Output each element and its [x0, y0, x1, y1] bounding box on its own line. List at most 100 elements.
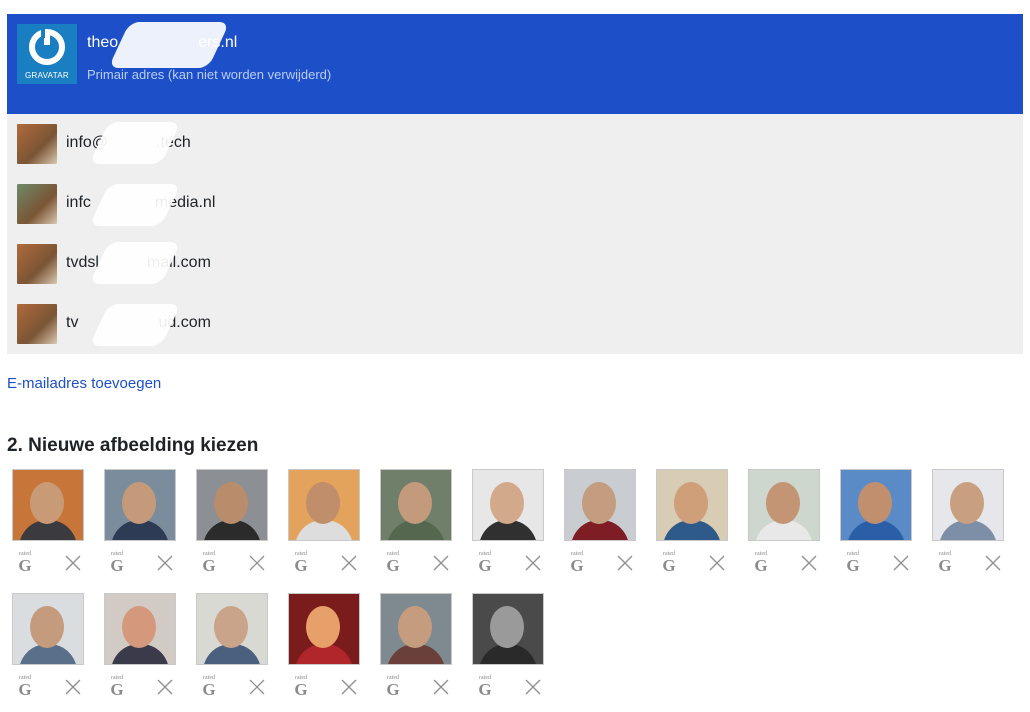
- avatar-option: rated G: [196, 593, 268, 698]
- avatar-image[interactable]: [12, 593, 84, 665]
- rating-g-icon[interactable]: rated G: [384, 675, 402, 699]
- secondary-email-row[interactable]: infc media.nl: [7, 174, 1023, 234]
- rating-g-icon[interactable]: rated G: [568, 551, 586, 575]
- delete-x-icon[interactable]: [248, 678, 266, 696]
- avatar-face: [122, 482, 156, 524]
- delete-x-icon[interactable]: [984, 554, 1002, 572]
- delete-x-icon[interactable]: [156, 678, 174, 696]
- rating-letter: G: [386, 556, 400, 575]
- avatar-image[interactable]: [12, 469, 84, 541]
- gravatar-logo-text: GRAVATAR: [24, 71, 70, 80]
- secondary-email-row[interactable]: tvdsl mail.com: [7, 234, 1023, 294]
- redaction-mark: [89, 242, 181, 284]
- avatar-option: rated G: [656, 469, 728, 574]
- delete-x-icon[interactable]: [64, 678, 82, 696]
- avatar-image[interactable]: [932, 469, 1004, 541]
- rating-letter: G: [478, 556, 492, 575]
- avatar-option: rated G: [12, 469, 84, 574]
- rating-g-icon[interactable]: rated G: [476, 551, 494, 575]
- rating-g-icon[interactable]: rated G: [200, 551, 218, 575]
- rating-g-icon[interactable]: rated G: [936, 551, 954, 574]
- delete-x-icon[interactable]: [340, 554, 358, 572]
- redaction-mark: [89, 304, 181, 346]
- avatar-image[interactable]: [104, 469, 176, 541]
- rating-g-icon[interactable]: rated G: [384, 551, 402, 575]
- rating-g-icon[interactable]: rated G: [108, 675, 126, 698]
- avatar-option: rated G: [380, 593, 452, 698]
- rating-letter: G: [478, 680, 492, 699]
- avatar-image[interactable]: [380, 593, 452, 665]
- delete-x-icon[interactable]: [432, 678, 450, 696]
- avatar-thumbnail-icon: [17, 184, 57, 224]
- delete-x-icon[interactable]: [524, 554, 542, 572]
- add-email-link[interactable]: E-mailadres toevoegen: [7, 375, 161, 392]
- gravatar-logo-icon: GRAVATAR: [17, 24, 77, 84]
- delete-x-icon[interactable]: [800, 554, 818, 572]
- rating-letter: G: [18, 556, 32, 575]
- avatar-option: rated G: [748, 469, 820, 574]
- avatar-thumbnail-icon: [17, 244, 57, 284]
- delete-x-icon[interactable]: [524, 678, 542, 696]
- avatar-option: rated G: [196, 469, 268, 574]
- avatar-image[interactable]: [472, 593, 544, 665]
- rating-g-icon[interactable]: rated G: [16, 675, 34, 699]
- avatar-image[interactable]: [288, 469, 360, 541]
- avatar-option: rated G: [472, 593, 544, 698]
- primary-email-row[interactable]: GRAVATAR theo ers.nl Primair adres (kan …: [7, 14, 1023, 114]
- rating-letter: G: [386, 680, 400, 699]
- delete-x-icon[interactable]: [892, 554, 910, 572]
- avatar-option: rated G: [472, 469, 544, 574]
- rating-letter: G: [18, 680, 32, 699]
- rating-g-icon[interactable]: rated G: [292, 551, 310, 574]
- avatar-option: rated G: [288, 593, 360, 698]
- avatar-option: rated G: [564, 469, 636, 574]
- avatar-option: rated G: [104, 593, 176, 698]
- rating-letter: G: [294, 680, 308, 699]
- rating-g-icon[interactable]: rated G: [16, 551, 34, 575]
- avatar-image[interactable]: [564, 469, 636, 541]
- avatar-image[interactable]: [196, 593, 268, 665]
- avatar-thumbnail-icon: [17, 124, 57, 164]
- delete-x-icon[interactable]: [156, 554, 174, 572]
- secondary-email-row[interactable]: info@ .tech: [7, 114, 1023, 174]
- rating-letter: G: [754, 556, 768, 575]
- rating-letter: G: [846, 556, 860, 575]
- avatar-image[interactable]: [380, 469, 452, 541]
- primary-email-note: Primair adres (kan niet worden verwijder…: [87, 67, 332, 82]
- avatar-face: [858, 482, 892, 524]
- rating-g-icon[interactable]: rated G: [200, 675, 218, 698]
- avatar-image[interactable]: [748, 469, 820, 541]
- avatar-face: [674, 482, 708, 524]
- rating-g-icon[interactable]: rated G: [108, 551, 126, 574]
- delete-x-icon[interactable]: [64, 554, 82, 572]
- delete-x-icon[interactable]: [248, 554, 266, 572]
- avatar-option: rated G: [932, 469, 1004, 574]
- delete-x-icon[interactable]: [708, 554, 726, 572]
- avatar-face: [214, 606, 248, 648]
- rating-g-icon[interactable]: rated G: [752, 551, 770, 575]
- rating-g-icon[interactable]: rated G: [476, 675, 494, 699]
- delete-x-icon[interactable]: [432, 554, 450, 572]
- avatar-option: rated G: [104, 469, 176, 574]
- delete-x-icon[interactable]: [340, 678, 358, 696]
- avatar-image[interactable]: [288, 593, 360, 665]
- rating-g-icon[interactable]: rated G: [660, 551, 678, 574]
- rating-g-icon[interactable]: rated G: [292, 675, 310, 699]
- rating-g-icon[interactable]: rated G: [844, 551, 862, 575]
- avatar-image[interactable]: [104, 593, 176, 665]
- avatar-face: [582, 482, 616, 524]
- avatar-face: [306, 606, 340, 648]
- rating-letter: G: [202, 556, 216, 575]
- secondary-email-row[interactable]: tv ud.com: [7, 294, 1023, 354]
- avatar-image[interactable]: [656, 469, 728, 541]
- rating-letter: G: [570, 556, 584, 575]
- avatar-face: [398, 482, 432, 524]
- avatar-image[interactable]: [472, 469, 544, 541]
- avatar-image[interactable]: [196, 469, 268, 541]
- redaction-mark: [89, 184, 181, 226]
- avatar-image[interactable]: [840, 469, 912, 541]
- avatar-option: rated G: [288, 469, 360, 574]
- delete-x-icon[interactable]: [616, 554, 634, 572]
- gravatar-symbol-icon: [29, 28, 65, 65]
- avatar-face: [490, 606, 524, 648]
